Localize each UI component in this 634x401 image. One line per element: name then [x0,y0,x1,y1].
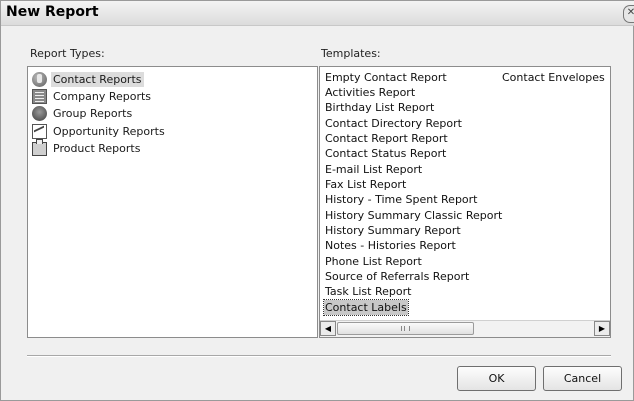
report-type-opportunity[interactable]: Opportunity Reports [32,123,167,139]
new-report-dialog: New Report ✕ Report Types: Templates: Co… [0,0,634,401]
template-item[interactable]: Contact Directory Report [325,116,462,131]
contact-icon [32,71,47,87]
scroll-right-button[interactable]: ▶ [594,321,610,336]
template-item[interactable]: Contact Envelopes [502,70,605,85]
report-type-company[interactable]: Company Reports [32,88,153,104]
report-type-label: Opportunity Reports [53,124,165,138]
grip-icon [401,326,410,331]
report-type-contact[interactable]: Contact Reports [32,71,144,87]
template-item-selected[interactable]: Contact Labels [323,299,409,316]
templates-label: Templates: [321,47,381,60]
report-type-label: Contact Reports [51,71,144,87]
ok-button[interactable]: OK [457,366,536,391]
scroll-left-arrow-icon: ◀ [324,324,332,333]
company-icon [32,88,47,104]
template-item[interactable]: History Summary Classic Report [325,208,502,223]
template-item[interactable]: Birthday List Report [325,100,434,115]
template-item[interactable]: Activities Report [325,85,415,100]
report-type-label: Group Reports [53,106,133,120]
template-item[interactable]: Task List Report [325,284,411,299]
report-type-product[interactable]: Product Reports [32,139,142,156]
template-item[interactable]: History - Time Spent Report [325,192,478,207]
separator [27,355,611,357]
template-item[interactable]: Empty Contact Report [325,70,447,85]
report-type-label: Company Reports [53,89,152,103]
template-item[interactable]: Source of Referrals Report [325,269,469,284]
report-type-group[interactable]: Group Reports [32,105,134,121]
report-type-label: Product Reports [53,141,141,155]
product-icon [32,139,47,156]
scrollbar-thumb[interactable] [337,322,474,335]
group-icon [32,105,47,121]
title-bar: New Report ✕ [1,1,634,26]
template-item[interactable]: Notes - Histories Report [325,238,456,253]
template-item[interactable]: Contact Report Report [325,131,448,146]
scroll-right-arrow-icon: ▶ [598,324,606,333]
close-button[interactable]: ✕ [623,5,634,23]
horizontal-scrollbar[interactable]: ◀ ▶ [320,320,610,337]
template-item[interactable]: E-mail List Report [325,162,422,177]
cancel-button[interactable]: Cancel [543,366,622,391]
template-item[interactable]: Phone List Report [325,254,422,269]
dialog-title: New Report [6,4,99,20]
template-item[interactable]: Fax List Report [325,177,406,192]
template-item[interactable]: History Summary Report [325,223,461,238]
opportunity-icon [32,123,47,139]
scroll-left-button[interactable]: ◀ [320,321,336,336]
report-types-list[interactable]: Contact Reports Company Reports Group Re… [27,66,318,338]
templates-list[interactable]: Empty Contact Report Activities Report B… [319,66,611,338]
report-types-label: Report Types: [30,47,105,60]
close-icon: ✕ [626,7,634,18]
template-item[interactable]: Contact Status Report [325,146,446,161]
